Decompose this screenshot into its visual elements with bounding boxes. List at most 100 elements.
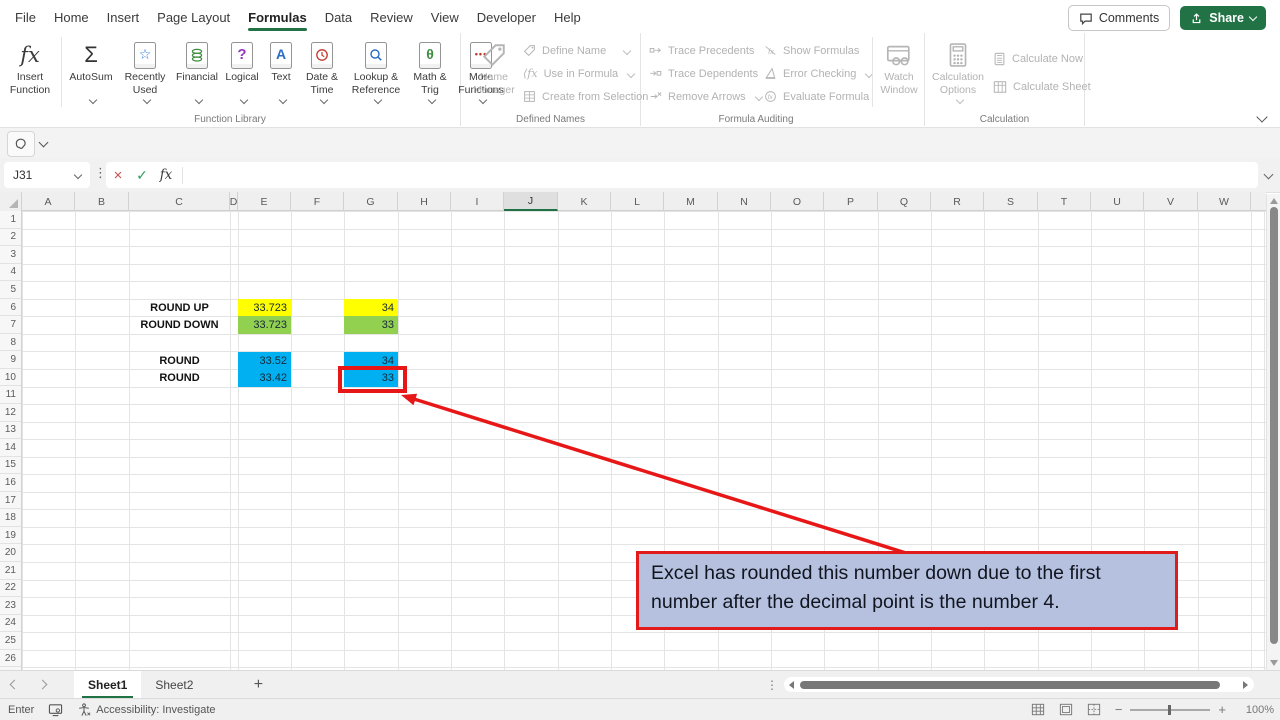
column-header-w[interactable]: W — [1198, 192, 1251, 211]
qat-customize-chevron-icon[interactable] — [39, 138, 49, 148]
normal-view-button[interactable] — [1031, 703, 1045, 716]
select-all-corner[interactable] — [0, 192, 22, 211]
error-checking-button[interactable]: Error Checking — [764, 62, 872, 85]
row-header-26[interactable]: 26 — [0, 650, 21, 668]
prev-sheet-button[interactable] — [0, 671, 28, 698]
row-header-25[interactable]: 25 — [0, 632, 21, 650]
row-header-4[interactable]: 4 — [0, 264, 21, 282]
row-header-6[interactable]: 6 — [0, 299, 21, 317]
column-header-f[interactable]: F — [291, 192, 344, 211]
next-sheet-button[interactable] — [28, 671, 56, 698]
lasso-select-button[interactable] — [7, 131, 35, 157]
zoom-out-button[interactable]: − — [1115, 702, 1123, 717]
horizontal-scrollbar[interactable] — [784, 677, 1254, 692]
sheet-tab-sheet1[interactable]: Sheet1 — [74, 671, 141, 698]
define-name-button[interactable]: Define Name — [523, 39, 648, 62]
column-header-e[interactable]: E — [238, 192, 291, 211]
row-header-18[interactable]: 18 — [0, 509, 21, 527]
scroll-up-arrow-icon[interactable] — [1270, 198, 1278, 204]
share-button[interactable]: Share — [1180, 6, 1266, 30]
row-header-15[interactable]: 15 — [0, 457, 21, 475]
autosum-button[interactable]: Σ AutoSum — [65, 33, 117, 111]
row-header-12[interactable]: 12 — [0, 404, 21, 422]
financial-button[interactable]: Financial — [173, 33, 221, 111]
column-header-i[interactable]: I — [451, 192, 504, 211]
row-header-2[interactable]: 2 — [0, 229, 21, 247]
cell-e10-value[interactable]: 33.42 — [238, 369, 291, 387]
column-header-g[interactable]: G — [344, 192, 398, 211]
menu-tab-page-layout[interactable]: Page Layout — [148, 1, 239, 33]
column-header-s[interactable]: S — [984, 192, 1038, 211]
row-header-16[interactable]: 16 — [0, 474, 21, 492]
row-header-17[interactable]: 17 — [0, 492, 21, 510]
row-header-10[interactable]: 10 — [0, 369, 21, 387]
show-formulas-button[interactable]: fx Show Formulas — [764, 39, 872, 62]
menu-tab-data[interactable]: Data — [316, 1, 361, 33]
row-header-11[interactable]: 11 — [0, 387, 21, 405]
zoom-track[interactable] — [1130, 709, 1210, 711]
page-break-preview-button[interactable] — [1087, 703, 1101, 716]
accessibility-checker[interactable]: Accessibility: Investigate — [77, 703, 215, 717]
page-layout-view-button[interactable] — [1059, 703, 1073, 716]
recently-used-button[interactable]: ☆ Recently Used — [117, 33, 173, 111]
collapse-ribbon-chevron-icon[interactable] — [1256, 111, 1267, 122]
menu-tab-file[interactable]: File — [6, 1, 45, 33]
column-header-m[interactable]: M — [664, 192, 718, 211]
use-in-formula-button[interactable]: ⟨fx Use in Formula — [523, 62, 648, 85]
row-header-8[interactable]: 8 — [0, 334, 21, 352]
scroll-down-arrow-icon[interactable] — [1270, 660, 1278, 666]
confirm-entry-button[interactable]: ✓ — [130, 167, 154, 184]
zoom-knob[interactable] — [1168, 705, 1171, 715]
zoom-in-button[interactable]: + — [1218, 702, 1226, 717]
comments-button[interactable]: Comments — [1068, 5, 1170, 31]
row-header-3[interactable]: 3 — [0, 246, 21, 264]
zoom-level[interactable]: 100% — [1240, 704, 1274, 716]
column-header-q[interactable]: Q — [878, 192, 931, 211]
row-header-5[interactable]: 5 — [0, 281, 21, 299]
menu-tab-review[interactable]: Review — [361, 1, 422, 33]
column-header-b[interactable]: B — [75, 192, 129, 211]
row-header-19[interactable]: 19 — [0, 527, 21, 545]
vertical-scrollbar[interactable] — [1266, 194, 1280, 670]
zoom-slider[interactable]: − + — [1115, 702, 1226, 717]
calculate-now-button[interactable]: Calculate Now — [993, 45, 1091, 73]
menu-tab-developer[interactable]: Developer — [468, 1, 545, 33]
create-from-selection-button[interactable]: Create from Selection — [523, 85, 648, 108]
row-header-7[interactable]: 7 — [0, 316, 21, 334]
cancel-entry-button[interactable]: × — [106, 167, 130, 184]
menu-tab-formulas[interactable]: Formulas — [239, 1, 316, 33]
column-header-d[interactable]: D — [230, 192, 238, 211]
evaluate-formula-button[interactable]: fx Evaluate Formula — [764, 85, 872, 108]
row-header-20[interactable]: 20 — [0, 544, 21, 562]
logical-button[interactable]: ? Logical — [221, 33, 263, 111]
row-header-23[interactable]: 23 — [0, 597, 21, 615]
column-header-a[interactable]: A — [22, 192, 75, 211]
menu-tab-help[interactable]: Help — [545, 1, 590, 33]
row-header-22[interactable]: 22 — [0, 580, 21, 598]
lookup-reference-button[interactable]: Lookup & Reference — [345, 33, 407, 111]
scrollbar-resize-handle[interactable]: ⋮ — [766, 678, 778, 692]
column-header-n[interactable]: N — [718, 192, 771, 211]
insert-function-button[interactable]: fx Insert Function — [2, 33, 58, 111]
column-header-p[interactable]: P — [824, 192, 878, 211]
math-trig-button[interactable]: θ Math & Trig — [407, 33, 453, 111]
column-header-l[interactable]: L — [611, 192, 664, 211]
column-header-v[interactable]: V — [1144, 192, 1198, 211]
vertical-scrollbar-thumb[interactable] — [1270, 207, 1278, 644]
cell-c6-label[interactable]: ROUND UP — [129, 299, 230, 317]
cell-e6-value[interactable]: 33.723 — [238, 299, 291, 317]
trace-precedents-button[interactable]: Trace Precedents — [649, 39, 762, 62]
cell-c7-label[interactable]: ROUND DOWN — [129, 316, 230, 334]
new-sheet-button[interactable]: + — [243, 671, 273, 698]
menu-tab-insert[interactable]: Insert — [98, 1, 149, 33]
column-header-u[interactable]: U — [1091, 192, 1144, 211]
expand-formula-bar-chevron-icon[interactable] — [1264, 170, 1274, 180]
cell-c10-label[interactable]: ROUND — [129, 369, 230, 387]
horizontal-scrollbar-thumb[interactable] — [800, 681, 1220, 689]
insert-function-fx-button[interactable]: fx — [154, 167, 178, 183]
scroll-left-arrow-icon[interactable] — [789, 681, 794, 689]
cell-e7-value[interactable]: 33.723 — [238, 316, 291, 334]
calculate-sheet-button[interactable]: Calculate Sheet — [993, 73, 1091, 101]
row-header-21[interactable]: 21 — [0, 562, 21, 580]
cell-c9-label[interactable]: ROUND — [129, 352, 230, 370]
